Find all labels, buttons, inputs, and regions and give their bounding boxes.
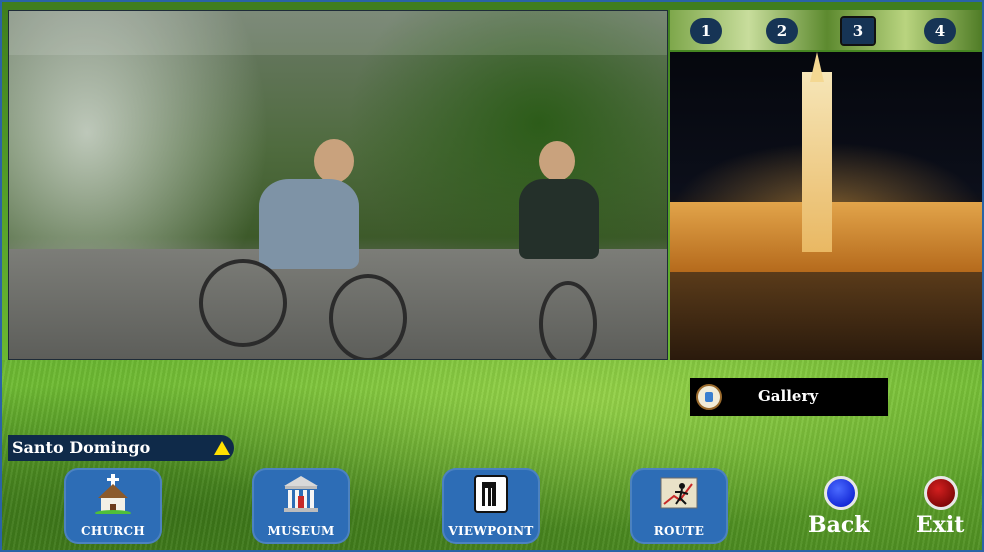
cyclist-right <box>509 141 629 359</box>
triangle-up-icon[interactable] <box>214 441 230 455</box>
church-button[interactable]: CHURCH <box>64 468 162 544</box>
location-bar[interactable]: Santo Domingo <box>8 435 234 461</box>
video-player[interactable] <box>8 10 668 360</box>
gallery-button[interactable]: Gallery <box>690 378 888 416</box>
preview-photo <box>670 52 984 360</box>
cyclist-left <box>199 139 407 359</box>
gallery-label: Gallery <box>758 387 819 405</box>
photo-plaza <box>670 272 984 360</box>
exit-label[interactable]: Exit <box>916 512 964 538</box>
museum-button[interactable]: MUSEUM <box>252 468 350 544</box>
church-icon <box>95 474 131 514</box>
thumbnail-button-2[interactable]: 2 <box>766 18 798 44</box>
video-top-band <box>9 11 667 55</box>
thumbnail-button-1[interactable]: 1 <box>690 18 722 44</box>
thumbnail-button-4[interactable]: 4 <box>924 18 956 44</box>
route-icon <box>660 477 698 509</box>
photo-tower <box>802 72 832 252</box>
back-label[interactable]: Back <box>808 512 870 538</box>
museum-icon <box>284 476 318 512</box>
exit-button[interactable] <box>924 476 958 510</box>
thumbnail-button-3[interactable]: 3 <box>840 16 876 46</box>
back-button[interactable] <box>824 476 858 510</box>
church-label: CHURCH <box>80 524 145 538</box>
viewpoint-label: VIEWPOINT <box>448 524 534 538</box>
photo-spire <box>810 52 824 82</box>
route-label: ROUTE <box>653 524 705 538</box>
camera-icon <box>696 384 722 410</box>
viewpoint-button[interactable]: VIEWPOINT <box>442 468 540 544</box>
museum-label: MUSEUM <box>267 524 335 538</box>
thumbnail-selector: 1 2 3 4 <box>670 10 984 50</box>
viewpoint-icon <box>474 475 508 513</box>
location-label: Santo Domingo <box>12 438 151 457</box>
route-button[interactable]: ROUTE <box>630 468 728 544</box>
